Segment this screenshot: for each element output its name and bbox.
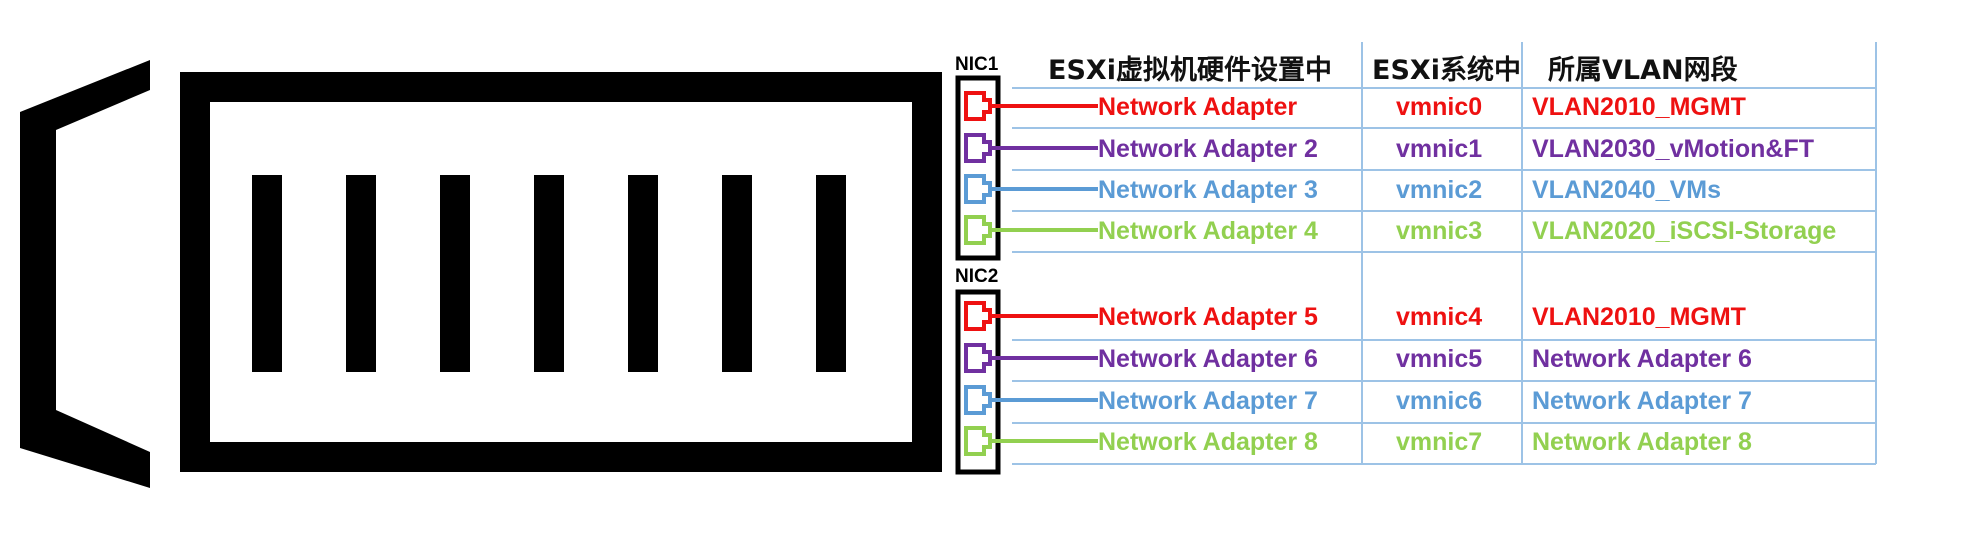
vmnic-cell: vmnic1 [1396, 135, 1483, 163]
port-outline [964, 133, 992, 163]
port-outline [964, 91, 992, 121]
vlan-cell: Network Adapter 7 [1532, 387, 1752, 415]
port-outline [964, 343, 992, 373]
vent-slot [346, 175, 376, 372]
vlan-cell: VLAN2040_VMs [1532, 176, 1721, 204]
ethernet-port-icon [964, 426, 1098, 456]
vmnic-cell: vmnic4 [1396, 303, 1483, 331]
vent-slot [628, 175, 658, 372]
port-outline [964, 174, 992, 204]
vlan-cell: VLAN2030_vMotion&FT [1532, 135, 1814, 163]
adapter-cell: Network Adapter 3 [1098, 176, 1318, 204]
ethernet-port-icon [964, 301, 1098, 331]
ethernet-port-icon [964, 174, 1098, 204]
ethernet-port-icon [964, 215, 1098, 245]
vent-slot [816, 175, 846, 372]
vent-slot [722, 175, 752, 372]
header-vm-hardware: ESXi虚拟机硬件设置中 [1048, 55, 1332, 86]
vmnic-cell: vmnic5 [1396, 345, 1483, 373]
adapter-cell: Network Adapter [1098, 93, 1298, 121]
port-outline [964, 426, 992, 456]
adapter-cell: Network Adapter 6 [1098, 345, 1318, 373]
adapter-cell: Network Adapter 5 [1098, 303, 1318, 331]
vmnic-cell: vmnic0 [1396, 93, 1483, 121]
adapter-cell: Network Adapter 8 [1098, 428, 1318, 456]
nic1-label: NIC1 [955, 54, 999, 75]
port-outline [964, 215, 992, 245]
adapter-cell: Network Adapter 7 [1098, 387, 1318, 415]
vent-slot [534, 175, 564, 372]
port-outline [964, 385, 992, 415]
vlan-cell: VLAN2010_MGMT [1532, 93, 1746, 121]
server-bezel-bracket [20, 60, 150, 488]
vlan-cell: VLAN2010_MGMT [1532, 303, 1746, 331]
ethernet-port-icon [964, 91, 1098, 121]
nic2-label: NIC2 [955, 266, 999, 287]
vent-slot [252, 175, 282, 372]
ethernet-port-icon [964, 133, 1098, 163]
header-vlan-segment: 所属VLAN网段 [1548, 55, 1738, 86]
vmnic-cell: vmnic2 [1396, 176, 1483, 204]
vmnic-cell: vmnic7 [1396, 428, 1483, 456]
adapter-cell: Network Adapter 2 [1098, 135, 1318, 163]
adapter-cell: Network Adapter 4 [1098, 217, 1318, 245]
network-mapping-diagram: ESXi虚拟机硬件设置中 ESXi系统中 所属VLAN网段 NIC1 NIC2 … [0, 0, 1978, 536]
vmnic-cell: vmnic3 [1396, 217, 1483, 245]
vent-slot [440, 175, 470, 372]
vmnic-cell: vmnic6 [1396, 387, 1483, 415]
vlan-cell: Network Adapter 6 [1532, 345, 1752, 373]
vlan-cell: Network Adapter 8 [1532, 428, 1752, 456]
ethernet-port-icon [964, 343, 1098, 373]
vlan-cell: VLAN2020_iSCSI-Storage [1532, 217, 1837, 245]
port-outline [964, 301, 992, 331]
ethernet-port-icon [964, 385, 1098, 415]
header-esxi-system: ESXi系统中 [1372, 55, 1521, 86]
